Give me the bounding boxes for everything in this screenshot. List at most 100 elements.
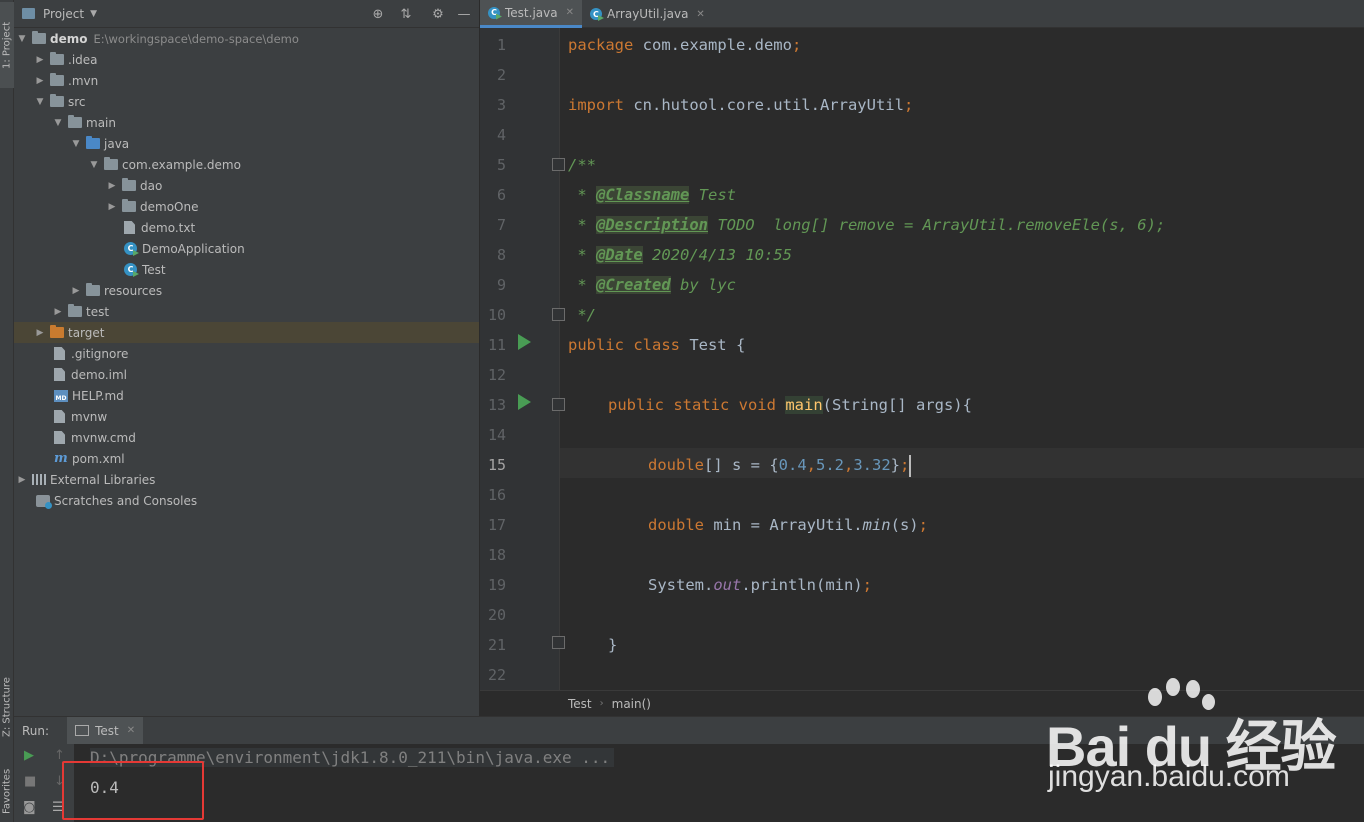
keyword: double: [648, 456, 704, 474]
scratches-icon: [36, 494, 52, 509]
expanded-arrow-icon[interactable]: ▼: [16, 34, 28, 44]
collapsed-arrow-icon[interactable]: ▶: [34, 328, 46, 338]
line-number: 8: [496, 246, 506, 264]
tree-item-gitignore[interactable]: .gitignore: [14, 343, 479, 364]
tree-item-label: External Libraries: [50, 472, 156, 487]
tree-item-demoapplication[interactable]: C DemoApplication: [14, 238, 479, 259]
tree-item-src[interactable]: ▼ src: [14, 91, 479, 112]
chevron-down-icon[interactable]: ▼: [90, 9, 97, 19]
tree-item-label: DemoApplication: [142, 241, 245, 256]
tree-item-target[interactable]: ▶ target: [14, 322, 479, 343]
expanded-arrow-icon[interactable]: ▼: [70, 139, 82, 149]
code-line-8: * @Date 2020/4/13 10:55: [568, 240, 792, 270]
collapsed-arrow-icon[interactable]: ▶: [106, 202, 118, 212]
project-view-selector[interactable]: Project: [43, 7, 84, 21]
close-icon[interactable]: ✕: [696, 9, 704, 20]
tab-arrayutil-java[interactable]: C ArrayUtil.java ✕: [582, 0, 713, 28]
tree-item-label: mvnw: [71, 409, 108, 424]
keyword: package: [568, 36, 634, 54]
breadcrumb-method[interactable]: main(): [612, 697, 651, 711]
doc-text: 2020/4/13 10:55: [642, 246, 792, 264]
tree-item-mvnw-cmd[interactable]: mvnw.cmd: [14, 427, 479, 448]
doc-tag: @Description: [596, 216, 708, 234]
expanded-arrow-icon[interactable]: ▼: [52, 118, 64, 128]
fold-icon[interactable]: [552, 308, 565, 321]
java-class-icon: C: [124, 242, 137, 255]
tree-item-mvnw[interactable]: mvnw: [14, 406, 479, 427]
gear-icon[interactable]: ⚙: [430, 6, 446, 22]
camera-icon[interactable]: ◙: [23, 800, 36, 815]
tree-item-label: resources: [104, 283, 163, 298]
tree-item-dao[interactable]: ▶ dao: [14, 175, 479, 196]
tree-item-label: Test: [142, 262, 166, 277]
line-number: 6: [496, 186, 506, 204]
collapsed-arrow-icon[interactable]: ▶: [34, 55, 46, 65]
code-content[interactable]: package com.example.demo; import cn.huto…: [568, 28, 1364, 690]
tree-item-demoone[interactable]: ▶ demoOne: [14, 196, 479, 217]
rerun-icon[interactable]: ▶: [24, 748, 34, 763]
console-icon: [75, 725, 90, 736]
tree-item-label: src: [68, 94, 86, 109]
favorites-tool-tab[interactable]: Favorites: [0, 760, 14, 822]
run-tab-test[interactable]: Test ✕: [67, 716, 144, 745]
tree-item-test-folder[interactable]: ▶ test: [14, 301, 479, 322]
code-line-10: */: [568, 306, 596, 324]
tree-item-demo-txt[interactable]: demo.txt: [14, 217, 479, 238]
resources-folder-icon: [86, 283, 100, 296]
stop-icon[interactable]: ■: [24, 774, 36, 789]
watermark-url: jingyan.baidu.com: [1048, 760, 1290, 793]
doc-tag: @Classname: [596, 186, 690, 204]
locate-file-icon[interactable]: ⊕: [370, 6, 386, 22]
run-main-icon[interactable]: [518, 394, 531, 410]
collapsed-arrow-icon[interactable]: ▶: [52, 307, 64, 317]
line-number: 19: [487, 576, 506, 594]
tree-item-test-class[interactable]: C Test: [14, 259, 479, 280]
tree-item-scratches[interactable]: Scratches and Consoles: [14, 490, 479, 511]
close-icon[interactable]: ✕: [566, 7, 574, 18]
tree-item-pom-xml[interactable]: m pom.xml: [14, 448, 479, 469]
tree-item-mvn[interactable]: ▶ .mvn: [14, 70, 479, 91]
expanded-arrow-icon[interactable]: ▼: [34, 97, 46, 107]
tree-item-idea[interactable]: ▶ .idea: [14, 49, 479, 70]
maven-icon: m: [54, 451, 68, 466]
structure-tool-tab[interactable]: Z: Structure: [0, 672, 14, 742]
run-class-icon[interactable]: [518, 334, 531, 350]
tab-test-java[interactable]: C Test.java ✕: [480, 0, 582, 28]
collapsed-arrow-icon[interactable]: ▶: [70, 286, 82, 296]
keyword: public class: [568, 336, 680, 354]
code-editor[interactable]: 1 2 3 4 5 6 7 8 9 10 11 12 13 14 15 16 1…: [480, 28, 1364, 690]
tree-item-resources[interactable]: ▶ resources: [14, 280, 479, 301]
doc-tag: @Date: [596, 246, 643, 264]
tree-item-main[interactable]: ▼ main: [14, 112, 479, 133]
semicolon: ;: [791, 36, 802, 54]
tree-item-label: com.example.demo: [122, 157, 241, 172]
module-path: E:\workingspace\demo-space\demo: [93, 31, 299, 46]
collapse-all-icon[interactable]: ⇅: [398, 6, 414, 22]
folder-icon: [68, 115, 82, 128]
collapsed-arrow-icon[interactable]: ▶: [106, 181, 118, 191]
fold-icon[interactable]: [552, 158, 565, 171]
collapsed-arrow-icon[interactable]: ▶: [34, 76, 46, 86]
tree-item-package[interactable]: ▼ com.example.demo: [14, 154, 479, 175]
tree-item-help-md[interactable]: MD HELP.md: [14, 385, 479, 406]
close-icon[interactable]: ✕: [127, 725, 135, 736]
tree-item-demo-iml[interactable]: demo.iml: [14, 364, 479, 385]
doc-prefix: *: [568, 276, 596, 294]
tree-item-label: .mvn: [68, 73, 99, 88]
folder-icon: [50, 73, 64, 86]
project-tool-tab[interactable]: 1: Project: [0, 2, 14, 88]
breadcrumb-class[interactable]: Test: [568, 697, 592, 711]
tree-item-external-libraries[interactable]: ▶ External Libraries: [14, 469, 479, 490]
fold-icon[interactable]: [552, 636, 565, 649]
fold-icon[interactable]: [552, 398, 565, 411]
tab-label: ArrayUtil.java: [606, 7, 689, 21]
expanded-arrow-icon[interactable]: ▼: [88, 160, 100, 170]
tree-item-label: demoOne: [140, 199, 199, 214]
tree-item-demo[interactable]: ▼ demo E:\workingspace\demo-space\demo: [14, 28, 479, 49]
tree-item-java[interactable]: ▼ java: [14, 133, 479, 154]
line-number: 20: [487, 606, 506, 624]
code-text: (String[] args){: [822, 396, 972, 414]
code-line-9: * @Created by lyc: [568, 270, 736, 300]
collapsed-arrow-icon[interactable]: ▶: [16, 475, 28, 485]
minimize-icon[interactable]: —: [456, 6, 472, 22]
